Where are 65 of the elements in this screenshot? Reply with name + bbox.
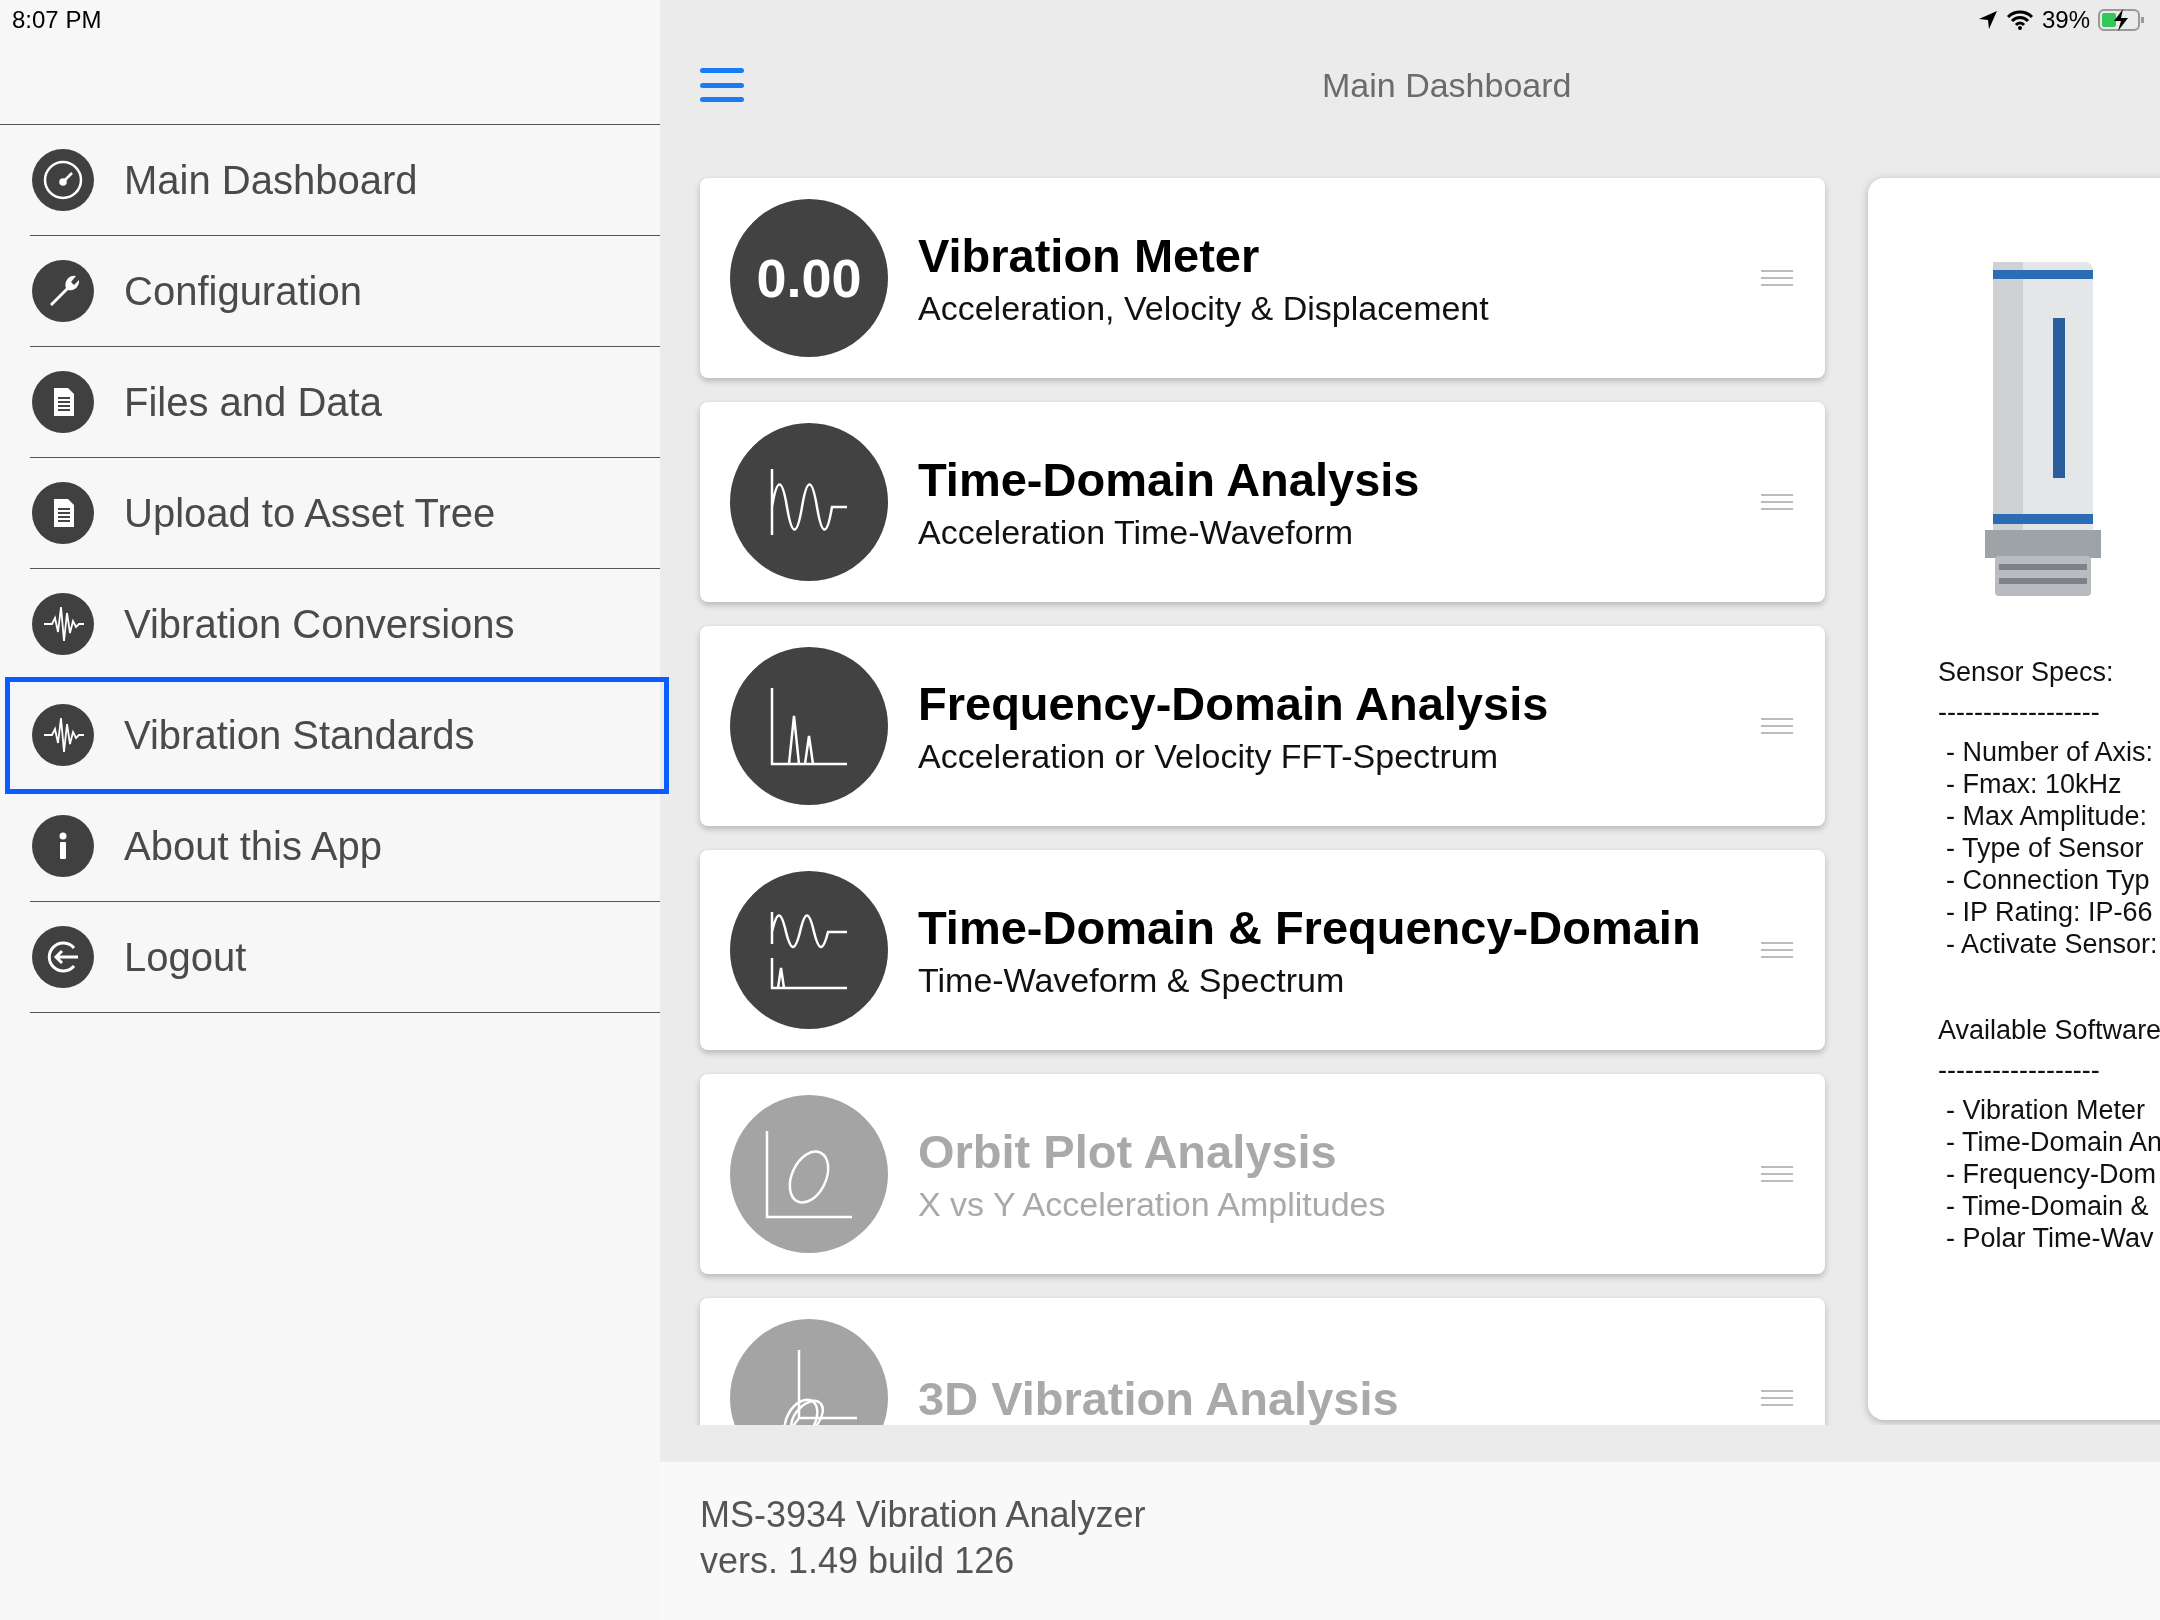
module-card[interactable]: Frequency-Domain Analysis Acceleration or Velocity FFT-Spectrum: [700, 626, 1825, 826]
menu-item[interactable]: Configuration: [30, 236, 660, 347]
location-icon: [1977, 10, 1998, 30]
spec-line: - Number of Axis:: [1945, 736, 2155, 768]
gauge-icon: [32, 149, 94, 211]
module-title: Orbit Plot Analysis: [918, 1124, 1338, 1179]
menu-item[interactable]: Logout: [30, 902, 660, 1013]
module-title: 3D Vibration Analysis: [918, 1370, 1400, 1425]
header-title: Main Dashboard: [1322, 65, 1572, 105]
waveform-icon: [769, 467, 849, 537]
spec-line: - Vibration Meter: [1945, 1094, 2147, 1126]
spec-line: - Time-Domain &: [1945, 1190, 2150, 1222]
module-title: Frequency-Domain Analysis: [918, 676, 1550, 731]
module-subtitle: X vs Y Acceleration Amplitudes: [918, 1185, 1387, 1224]
wrench-icon: [32, 260, 94, 322]
menu-button[interactable]: [700, 68, 744, 102]
document-icon: [32, 482, 94, 544]
spec-line: - Connection Typ: [1945, 864, 2151, 896]
module-title: Time-Domain Analysis: [918, 452, 1421, 507]
module-subtitle: Acceleration, Velocity & Displacement: [918, 289, 1490, 328]
wifi-icon: [2005, 10, 2034, 30]
spec-line: - Activate Sensor:: [1945, 928, 2159, 960]
dashed-rule: ------------------: [1938, 1054, 2101, 1086]
dashed-rule: ------------------: [1938, 696, 2101, 728]
spectrum-icon: [769, 686, 849, 766]
section-heading: Available Software: [1938, 1014, 2160, 1046]
spec-line: - Time-Domain An: [1945, 1126, 2160, 1158]
drag-handle-icon[interactable]: [1761, 270, 1793, 286]
module-subtitle: Time-Waveform & Spectrum: [918, 961, 1346, 1000]
menu-item[interactable]: About this App: [30, 791, 660, 902]
module-title: Time-Domain & Frequency-Domain: [918, 900, 1702, 955]
spec-line: - Fmax: 10kHz: [1945, 768, 2123, 800]
wave-icon: [32, 593, 94, 655]
drag-handle-icon[interactable]: [1761, 718, 1793, 734]
menu-item[interactable]: Upload to Asset Tree: [30, 458, 660, 569]
waveform-spectrum-icon: [769, 910, 849, 990]
spec-line: - Frequency-Dom: [1945, 1158, 2158, 1190]
document-icon: [32, 371, 94, 433]
battery-percentage: 39%: [2041, 6, 2090, 34]
meter-value: 0.00: [756, 247, 862, 309]
logout-icon: [32, 926, 94, 988]
menu-item[interactable]: Files and Data: [30, 347, 660, 458]
drag-handle-icon[interactable]: [1761, 494, 1793, 510]
module-card[interactable]: 0.00 Vibration Meter Acceleration, Velocity & Displacement: [700, 178, 1825, 378]
module-card[interactable]: Time-Domain Analysis Acceleration Time-Waveform: [700, 402, 1825, 602]
drag-handle-icon[interactable]: [1761, 942, 1793, 958]
info-icon: [32, 815, 94, 877]
menu-item[interactable]: Vibration Standards: [8, 680, 666, 791]
section-heading: Sensor Specs:: [1938, 656, 2115, 688]
spec-line: - Max Amplitude:: [1945, 800, 2149, 832]
menu-item[interactable]: Main Dashboard: [30, 125, 660, 236]
footer-text: vers. 1.49 build 126: [700, 1539, 1016, 1583]
spec-line: - Type of Sensor: [1945, 832, 2145, 864]
spec-line: - IP Rating: IP-66: [1945, 896, 2154, 928]
module-card[interactable]: Time-Domain & Frequency-Domain Time-Waveform & Spectrum: [700, 850, 1825, 1050]
footer-text: MS-3934 Vibration Analyzer: [700, 1493, 1147, 1537]
module-title: Vibration Meter: [918, 228, 1261, 283]
menu-item[interactable]: Vibration Conversions: [30, 569, 660, 680]
spec-line: - Polar Time-Wav: [1945, 1222, 2155, 1254]
battery-icon: [2098, 8, 2146, 32]
module-subtitle: Acceleration Time-Waveform: [918, 513, 1355, 552]
orbit-icon: [764, 1129, 854, 1219]
status-time: 8:07 PM: [11, 5, 103, 35]
module-subtitle: Acceleration or Velocity FFT-Spectrum: [918, 737, 1500, 776]
wave-icon: [32, 704, 94, 766]
